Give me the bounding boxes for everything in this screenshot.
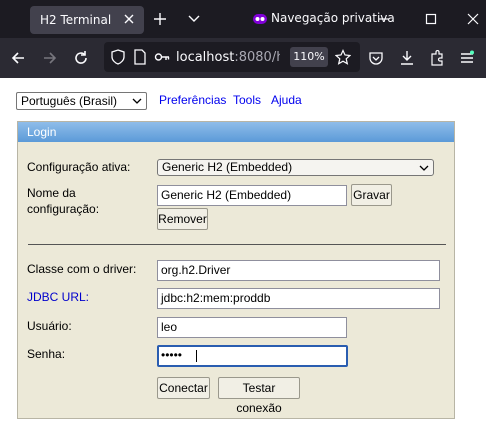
help-link[interactable]: Ajuda xyxy=(271,93,302,107)
password-input[interactable]: ••••• xyxy=(157,345,348,367)
url-host: localhost xyxy=(176,50,235,65)
url-text[interactable]: localhost:8080/h2/lo xyxy=(176,50,280,65)
setting-name-input[interactable]: Generic H2 (Embedded) xyxy=(157,185,347,206)
page-content: Português (Brasil) Preferências Tools Aj… xyxy=(0,78,486,429)
remove-button[interactable]: Remover xyxy=(157,208,208,230)
browser-tab-bar: H2 Terminal Navegação privativa xyxy=(0,0,486,38)
extensions-icon[interactable] xyxy=(429,50,445,66)
shield-icon[interactable] xyxy=(110,49,126,65)
key-icon[interactable] xyxy=(154,49,170,65)
password-label: Senha: xyxy=(27,347,66,361)
driver-class-input[interactable]: org.h2.Driver xyxy=(157,260,440,281)
driver-class-label: Classe com o driver: xyxy=(27,262,137,276)
language-select[interactable]: Português (Brasil) xyxy=(16,92,147,110)
user-label: Usuário: xyxy=(27,319,72,333)
connect-button[interactable]: Conectar xyxy=(157,377,210,399)
jdbc-url-label[interactable]: JDBC URL: xyxy=(27,290,89,305)
active-setting-select[interactable]: Generic H2 (Embedded) xyxy=(157,159,434,176)
test-connection-button[interactable]: Testar conexão xyxy=(218,377,300,415)
zoom-level[interactable]: 110% xyxy=(290,47,328,67)
tools-link[interactable]: Tools xyxy=(233,93,261,107)
forward-icon[interactable] xyxy=(42,50,58,66)
new-tab-icon[interactable] xyxy=(153,12,167,26)
bookmark-star-icon[interactable] xyxy=(335,49,351,65)
minimize-icon[interactable] xyxy=(377,12,391,26)
downloads-icon[interactable] xyxy=(399,50,415,66)
tab-title: H2 Terminal xyxy=(40,13,112,27)
password-value: ••••• xyxy=(161,348,183,362)
language-selected: Português (Brasil) xyxy=(21,94,118,108)
chevron-down-icon[interactable] xyxy=(188,14,200,24)
reload-icon[interactable] xyxy=(73,50,89,66)
url-path: :8080/h2/lo xyxy=(234,50,280,65)
jdbc-url-input[interactable]: jdbc:h2:mem:proddb xyxy=(157,288,440,309)
close-tab-icon[interactable] xyxy=(122,12,136,26)
active-setting-label: Configuração ativa: xyxy=(27,160,131,174)
back-icon[interactable] xyxy=(10,50,26,66)
setting-name-label-line2: configuração: xyxy=(27,202,100,216)
setting-name-label-line1: Nome da xyxy=(27,186,76,200)
login-header: Login xyxy=(18,122,454,142)
pocket-icon[interactable] xyxy=(368,50,384,66)
save-button[interactable]: Gravar xyxy=(351,184,392,206)
login-panel: Login Configuração ativa: Generic H2 (Em… xyxy=(17,121,455,419)
chevron-down-icon xyxy=(132,98,142,104)
preferences-link[interactable]: Preferências xyxy=(159,93,226,107)
active-setting-value: Generic H2 (Embedded) xyxy=(162,160,293,174)
close-window-icon[interactable] xyxy=(466,12,480,26)
maximize-icon[interactable] xyxy=(424,12,438,26)
chevron-down-icon xyxy=(419,165,429,171)
user-input[interactable]: leo xyxy=(157,317,347,338)
divider xyxy=(28,244,446,245)
browser-tab[interactable]: H2 Terminal xyxy=(30,6,144,34)
address-bar[interactable]: localhost:8080/h2/lo 110% xyxy=(104,42,360,72)
browser-nav-bar: localhost:8080/h2/lo 110% xyxy=(0,38,486,78)
text-caret xyxy=(196,350,197,362)
page-icon[interactable] xyxy=(132,49,148,65)
menu-icon[interactable] xyxy=(459,50,475,66)
private-browsing-icon xyxy=(253,14,267,24)
